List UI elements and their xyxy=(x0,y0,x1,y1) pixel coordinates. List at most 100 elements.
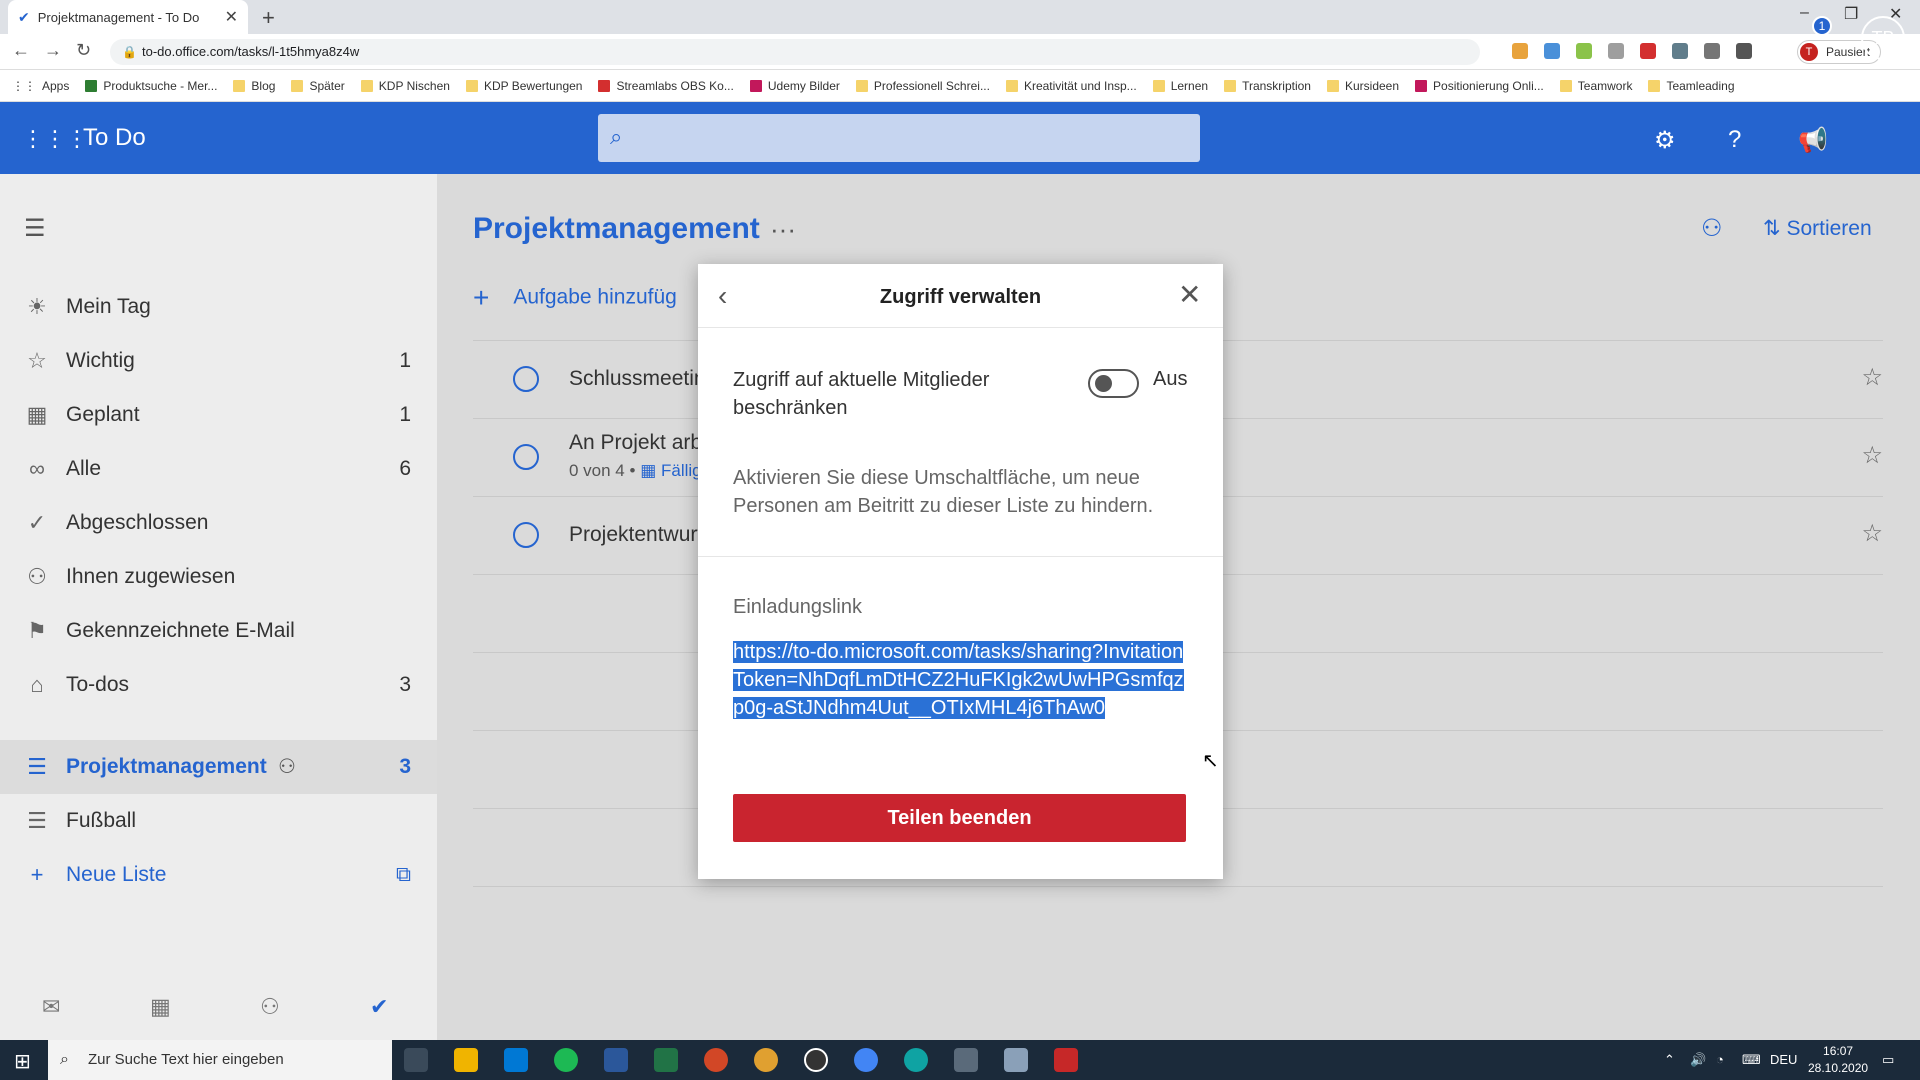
back-icon[interactable]: ← xyxy=(12,40,30,61)
word-icon[interactable] xyxy=(604,1048,628,1072)
sidebar-item-projektmanagement[interactable]: ☰ Projektmanagement 3 xyxy=(0,740,437,794)
sidebar-item-gekennzeichnete-email[interactable]: ⚑ Gekennzeichnete E-Mail xyxy=(0,604,437,658)
star-icon[interactable]: ☆ xyxy=(1861,441,1883,470)
extension-icon[interactable] xyxy=(1512,43,1528,59)
bookmark-apps[interactable]: ⋮⋮ Apps xyxy=(12,79,69,93)
mail-icon[interactable]: ✉ xyxy=(42,994,60,1020)
address-bar[interactable]: 🔒 to-do.office.com/tasks/l-1t5hmya8z4w xyxy=(110,39,1480,65)
forward-icon[interactable]: → xyxy=(44,40,62,61)
spotify-icon[interactable] xyxy=(554,1048,578,1072)
notification-center-icon[interactable]: ▭ xyxy=(1882,1052,1894,1068)
stop-sharing-button[interactable]: Teilen beenden xyxy=(733,794,1186,842)
powerpoint-icon[interactable] xyxy=(704,1048,728,1072)
new-tab-icon[interactable]: + xyxy=(262,5,275,31)
invite-link[interactable]: https://to-do.microsoft.com/tasks/sharin… xyxy=(733,638,1188,722)
browser-tab[interactable]: ✔ Projektmanagement - To Do ✕ xyxy=(8,0,248,34)
sidebar-item-to-dos[interactable]: ⌂ To-dos 3 xyxy=(0,658,437,712)
megaphone-icon[interactable]: 📢 xyxy=(1798,126,1828,155)
acrobat-icon[interactable] xyxy=(1054,1048,1078,1072)
excel-icon[interactable] xyxy=(654,1048,678,1072)
extension-icon[interactable] xyxy=(1576,43,1592,59)
volume-icon[interactable]: 🔊 xyxy=(1690,1052,1706,1068)
sidebar-item-fussball[interactable]: ☰ Fußball xyxy=(0,794,437,848)
extension-icon[interactable] xyxy=(1672,43,1688,59)
new-list-button[interactable]: + Neue Liste ⧉ xyxy=(0,848,437,902)
add-task-input[interactable]: + Aufgabe hinzufüg xyxy=(473,282,677,314)
bookmark[interactable]: Kreativität und Insp... xyxy=(1005,79,1137,93)
bookmark[interactable]: Produktsuche - Mer... xyxy=(85,79,217,93)
app-icon[interactable] xyxy=(954,1048,978,1072)
people-icon[interactable]: ⚇ xyxy=(260,994,280,1020)
bookmark[interactable]: Lernen xyxy=(1152,79,1208,93)
sidebar-item-abgeschlossen[interactable]: ✓ Abgeschlossen xyxy=(0,496,437,550)
help-icon[interactable]: ? xyxy=(1728,126,1741,154)
folder-icon xyxy=(233,79,246,92)
sort-button[interactable]: ⇅ Sortieren xyxy=(1763,216,1872,241)
taskbar-clock[interactable]: 16:07 28.10.2020 xyxy=(1808,1043,1868,1077)
bookmark[interactable]: Streamlabs OBS Ko... xyxy=(598,79,734,93)
sidebar-item-mein-tag[interactable]: ☀ Mein Tag xyxy=(0,280,437,334)
more-options-icon[interactable]: ··· xyxy=(770,214,796,245)
adblock-icon[interactable] xyxy=(1640,43,1656,59)
taskbar-search[interactable]: ⌕ Zur Suche Text hier eingeben xyxy=(48,1040,392,1080)
mail-icon[interactable] xyxy=(504,1048,528,1072)
restrict-access-toggle[interactable] xyxy=(1088,369,1139,398)
close-tab-icon[interactable]: ✕ xyxy=(225,7,238,27)
share-icon[interactable]: ⚇ xyxy=(1701,214,1723,243)
obs-icon[interactable] xyxy=(804,1048,828,1072)
todo-check-icon[interactable]: ✔ xyxy=(370,994,388,1020)
extension-icon[interactable] xyxy=(1608,43,1624,59)
minimize-icon[interactable]: – xyxy=(1800,4,1809,22)
search-box[interactable]: ⌕ xyxy=(598,114,1200,162)
udemy-icon xyxy=(1415,79,1428,92)
windows-start-icon[interactable]: ⊞ xyxy=(14,1049,31,1074)
complete-checkbox[interactable] xyxy=(513,366,539,392)
bookmark[interactable]: KDP Nischen xyxy=(360,79,450,93)
app-icon[interactable] xyxy=(1004,1048,1028,1072)
app-name[interactable]: To Do xyxy=(83,124,146,152)
bookmark[interactable]: Später xyxy=(291,79,345,93)
tray-chevron-icon[interactable]: ⌃ xyxy=(1664,1052,1675,1068)
complete-checkbox[interactable] xyxy=(513,444,539,470)
star-icon[interactable]: ☆ xyxy=(1861,519,1883,548)
page-title[interactable]: Projektmanagement xyxy=(473,212,760,246)
hamburger-icon[interactable]: ☰ xyxy=(24,214,46,243)
keyboard-icon[interactable]: ⌨ xyxy=(1742,1052,1761,1068)
invite-link-label: Einladungslink xyxy=(733,596,862,618)
bookmark[interactable]: Kursideen xyxy=(1326,79,1399,93)
edge-icon[interactable] xyxy=(904,1048,928,1072)
bookmark[interactable]: Teamleading xyxy=(1648,79,1735,93)
sidebar-item-ihnen-zugewiesen[interactable]: ⚇ Ihnen zugewiesen xyxy=(0,550,437,604)
complete-checkbox[interactable] xyxy=(513,522,539,548)
new-group-icon[interactable]: ⧉ xyxy=(371,863,437,887)
bookmark[interactable]: Udemy Bilder xyxy=(749,79,840,93)
extension-icon[interactable] xyxy=(1544,43,1560,59)
sidebar-item-geplant[interactable]: ▦ Geplant 1 xyxy=(0,388,437,442)
bookmark[interactable]: Blog xyxy=(233,79,275,93)
sidebar-item-wichtig[interactable]: ☆ Wichtig 1 xyxy=(0,334,437,388)
network-icon[interactable]: ◔ xyxy=(1716,1052,1724,1067)
dialog-title: Zugriff verwalten xyxy=(879,286,1042,308)
calendar-icon[interactable]: ▦ xyxy=(150,994,171,1020)
chrome-icon[interactable] xyxy=(854,1048,878,1072)
bookmark[interactable]: Positionierung Onli... xyxy=(1415,79,1544,93)
puzzle-icon[interactable] xyxy=(1736,43,1752,59)
app-launcher-icon[interactable]: ⋮⋮⋮ xyxy=(22,126,88,152)
home-icon: ⌂ xyxy=(30,672,44,697)
task-view-icon[interactable] xyxy=(404,1048,428,1072)
extension-icon[interactable] xyxy=(1704,43,1720,59)
sidebar-item-alle[interactable]: ∞ Alle 6 xyxy=(0,442,437,496)
star-icon[interactable]: ☆ xyxy=(1861,363,1883,392)
app-icon[interactable] xyxy=(754,1048,778,1072)
bookmark[interactable]: KDP Bewertungen xyxy=(465,79,582,93)
bookmark[interactable]: Transkription xyxy=(1224,79,1311,93)
file-explorer-icon[interactable] xyxy=(454,1048,478,1072)
bookmark[interactable]: Teamwork xyxy=(1559,79,1632,93)
reload-icon[interactable]: ↻ xyxy=(76,40,91,61)
close-icon[interactable]: ✕ xyxy=(1178,278,1201,311)
bookmark[interactable]: Professionell Schrei... xyxy=(855,79,990,93)
avatar[interactable]: TB xyxy=(1861,16,1905,60)
language-indicator[interactable]: DEU xyxy=(1770,1052,1797,1067)
restore-icon[interactable]: ❐ xyxy=(1844,4,1858,24)
gear-icon[interactable]: ⚙ xyxy=(1654,126,1676,155)
